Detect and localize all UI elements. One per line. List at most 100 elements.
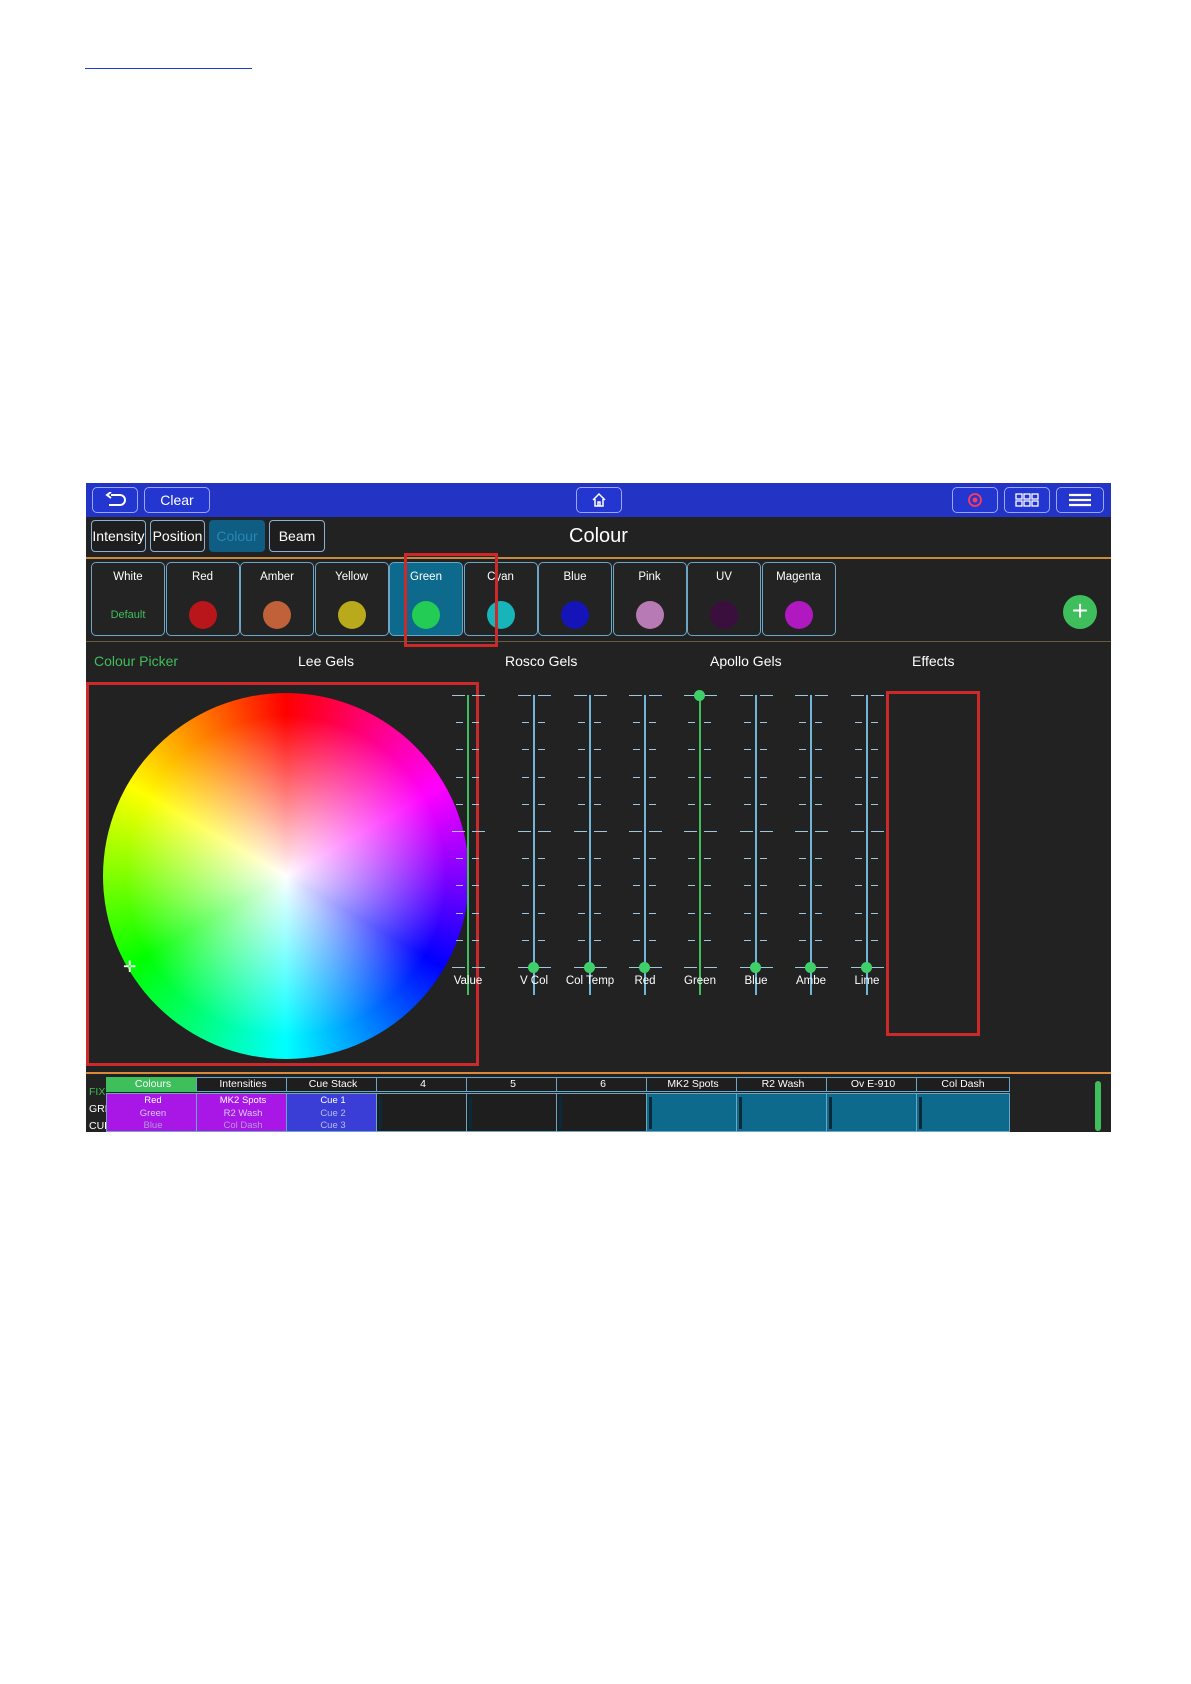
fader-tick <box>649 885 656 887</box>
fader-tick <box>704 912 711 914</box>
back-button[interactable] <box>92 487 138 513</box>
playback-6[interactable]: 6 <box>556 1077 650 1132</box>
fader-knob[interactable] <box>528 962 539 973</box>
playback-5[interactable]: 5 <box>466 1077 560 1132</box>
fader-blue[interactable]: Blue <box>726 695 786 995</box>
fader-tick <box>760 722 767 724</box>
playback-body[interactable] <box>826 1093 920 1132</box>
fader-tick <box>649 912 656 914</box>
playback-body[interactable]: Red Green Blue <box>106 1093 200 1132</box>
fader-tick <box>688 776 695 778</box>
plus-icon: + <box>1071 595 1089 626</box>
tab-effects[interactable]: Effects <box>912 653 955 669</box>
palette-yellow[interactable]: Yellow <box>314 562 389 636</box>
clear-button[interactable]: Clear <box>144 487 210 513</box>
playback-line: Cue 3 <box>320 1120 346 1131</box>
palette-pink[interactable]: Pink <box>612 562 687 636</box>
playback-body[interactable]: MK2 Spots R2 Wash Col Dash <box>196 1093 290 1132</box>
fader-v-col[interactable]: V Col <box>504 695 564 995</box>
fader-tick <box>633 749 640 751</box>
hamburger-menu-icon <box>1068 493 1092 507</box>
fader-knob[interactable] <box>750 962 761 973</box>
fader-tick <box>538 885 545 887</box>
row-label-fix[interactable]: FIX <box>89 1086 105 1098</box>
fader-track <box>589 695 591 995</box>
fader-tick <box>649 939 656 941</box>
fader-tick <box>740 695 753 696</box>
fader-tick <box>851 831 864 832</box>
playback-title: Intensities <box>196 1077 290 1092</box>
fader-tick <box>538 776 545 778</box>
fader-tick <box>855 776 862 778</box>
fader-ambe[interactable]: Ambe <box>781 695 841 995</box>
playback-body[interactable] <box>376 1093 470 1132</box>
tab-lee-gels[interactable]: Lee Gels <box>298 653 354 669</box>
tab-apollo-gels[interactable]: Apollo Gels <box>710 653 782 669</box>
playback-intensities[interactable]: Intensities MK2 Spots R2 Wash Col Dash <box>196 1077 290 1132</box>
fader-tick <box>795 695 808 696</box>
palette-label: Pink <box>638 571 661 583</box>
fader-tick <box>538 722 545 724</box>
playback-body[interactable] <box>916 1093 1010 1132</box>
record-button[interactable] <box>952 487 998 513</box>
playback-r2-wash[interactable]: R2 Wash <box>736 1077 830 1132</box>
highlight-box-lime-fader <box>886 691 980 1036</box>
fader-tick <box>815 695 828 696</box>
fader-tick <box>538 831 551 832</box>
fader-tick <box>855 939 862 941</box>
playback-cue-stack[interactable]: Cue Stack Cue 1 Cue 2 Cue 3 <box>286 1077 380 1132</box>
palette-blue[interactable]: Blue <box>538 562 612 636</box>
playback-line: R2 Wash <box>223 1107 263 1119</box>
fader-value[interactable]: Value <box>438 695 498 995</box>
playback-title: R2 Wash <box>736 1077 830 1092</box>
fader-tick <box>871 803 878 805</box>
fader-green[interactable]: Green <box>670 690 730 995</box>
fader-knob[interactable] <box>584 962 595 973</box>
palette-amber[interactable]: Amber <box>240 562 314 636</box>
fader-tick <box>538 695 551 696</box>
playback-4[interactable]: 4 <box>376 1077 470 1132</box>
playback-body[interactable] <box>466 1093 560 1132</box>
palette-uv[interactable]: UV <box>687 562 761 636</box>
palette-magenta[interactable]: Magenta <box>761 562 836 636</box>
fader-tick <box>688 885 695 887</box>
playback-body[interactable] <box>556 1093 650 1132</box>
tab-rosco-gels[interactable]: Rosco Gels <box>505 653 577 669</box>
playback-body[interactable]: Cue 1 Cue 2 Cue 3 <box>286 1093 380 1132</box>
grid-view-button[interactable] <box>1004 487 1050 513</box>
playback-body[interactable] <box>736 1093 830 1132</box>
colour-wheel[interactable] <box>103 693 469 1059</box>
colour-swatch <box>337 601 366 629</box>
fader-col-temp[interactable]: Col Temp <box>560 695 620 995</box>
fader-tick <box>633 803 640 805</box>
palette-white[interactable]: White Default <box>91 562 165 636</box>
playback-col-dash[interactable]: Col Dash <box>916 1077 1010 1132</box>
fader-knob[interactable] <box>639 962 650 973</box>
palette-red[interactable]: Red <box>165 562 240 636</box>
colour-swatch <box>188 601 217 629</box>
scrollbar[interactable] <box>1095 1081 1101 1131</box>
document-link[interactable] <box>85 48 252 69</box>
menu-button[interactable] <box>1056 487 1104 513</box>
fader-tick <box>799 776 806 778</box>
fader-knob[interactable] <box>805 962 816 973</box>
add-palette-button[interactable]: + <box>1063 595 1097 629</box>
fader-tick <box>594 939 601 941</box>
home-button[interactable] <box>576 487 622 513</box>
colour-swatch <box>710 601 738 629</box>
fader-knob[interactable] <box>861 962 872 973</box>
playback-mk2-spots[interactable]: MK2 Spots <box>646 1077 740 1132</box>
playback-body[interactable] <box>646 1093 740 1132</box>
fader-tick <box>815 939 822 941</box>
fader-tick <box>522 912 529 914</box>
fader-tick <box>456 858 463 860</box>
playback-colours[interactable]: Colours Red Green Blue <box>106 1077 200 1132</box>
fader-knob[interactable] <box>694 690 705 701</box>
fader-red[interactable]: Red <box>615 695 675 995</box>
playback-title: 6 <box>556 1077 650 1092</box>
fader-tick <box>704 803 711 805</box>
tab-colour-picker[interactable]: Colour Picker <box>94 653 178 669</box>
fader-tick <box>704 939 711 941</box>
playback-ov-e-910[interactable]: Ov E-910 <box>826 1077 920 1132</box>
fader-tick <box>518 831 531 832</box>
